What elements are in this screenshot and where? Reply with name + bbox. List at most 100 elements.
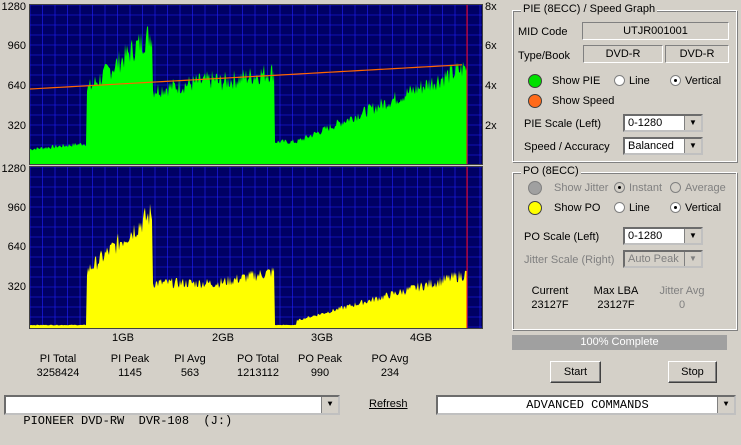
stat-pi-avg: PI Avg 563 xyxy=(160,352,220,380)
po-axis-label: 1280 xyxy=(1,163,26,175)
pie-axis-label: 640 xyxy=(7,80,26,92)
show-speed-label[interactable]: Show Speed xyxy=(552,95,614,107)
x-axis-label: 1GB xyxy=(112,332,135,344)
speed-accuracy-select[interactable]: Balanced ▼ xyxy=(623,137,703,155)
pie-scale-value: 0-1280 xyxy=(628,117,663,129)
jitter-color-swatch xyxy=(528,181,542,195)
po-vertical-label: Vertical xyxy=(685,202,722,214)
po-line-label: Line xyxy=(629,202,650,214)
jitter-average-label: Average xyxy=(685,182,726,194)
pie-axis-label: 320 xyxy=(7,120,26,132)
advanced-commands-select[interactable]: ADVANCED COMMANDS ▼ xyxy=(436,395,736,415)
stat-label: PO Peak xyxy=(297,353,343,365)
speed-accuracy-value: Balanced xyxy=(628,140,674,152)
jitter-avg-value: 0 xyxy=(678,299,686,311)
stat-label: PO Avg xyxy=(371,353,409,365)
stat-label: PO Total xyxy=(237,353,279,365)
stop-button[interactable]: Stop xyxy=(668,361,717,383)
speed-axis-label: 4x xyxy=(485,80,497,92)
pie-color-swatch[interactable] xyxy=(528,74,542,88)
stat-value: 1145 xyxy=(118,367,142,379)
max-lba-label: Max LBA xyxy=(593,285,639,297)
chevron-down-icon[interactable]: ▼ xyxy=(321,397,338,413)
stat-value: 3258424 xyxy=(36,367,80,379)
jitter-scale-value: Auto Peak xyxy=(628,253,679,265)
po-axis-label: 320 xyxy=(7,281,26,293)
x-axis-label: 2GB xyxy=(212,332,235,344)
pie-graph-canvas xyxy=(30,5,482,164)
start-button[interactable]: Start xyxy=(550,361,601,383)
po-axis-label: 960 xyxy=(7,202,26,214)
speed-axis-label: 6x xyxy=(485,40,497,52)
stat-value: 990 xyxy=(310,367,330,379)
jitter-instant-label: Instant xyxy=(629,182,663,194)
book-type-value: DVD-R xyxy=(665,45,729,63)
jitter-average-radio xyxy=(670,182,681,193)
current-value: 23127F xyxy=(531,299,569,311)
po-color-swatch[interactable] xyxy=(528,201,542,215)
error-rate-area xyxy=(30,203,467,328)
show-jitter-label: Show Jitter xyxy=(554,182,609,194)
jitter-scale-label: Jitter Scale (Right) xyxy=(524,254,615,266)
stat-po-peak: PO Peak 990 xyxy=(290,352,350,380)
pie-settings-title: PIE (8ECC) / Speed Graph xyxy=(521,3,658,15)
stat-label: PI Total xyxy=(39,353,77,365)
pie-axis-label: 960 xyxy=(7,40,26,52)
show-po-label[interactable]: Show PO xyxy=(554,202,600,214)
pie-vertical-radio[interactable] xyxy=(670,75,681,86)
po-vertical-radio[interactable] xyxy=(670,202,681,213)
chevron-down-icon[interactable]: ▼ xyxy=(684,116,701,130)
stat-pi-peak: PI Peak 1145 xyxy=(100,352,160,380)
progress-text: 100% Complete xyxy=(580,336,659,348)
po-axis-label: 640 xyxy=(7,241,26,253)
jitter-avg: Jitter Avg 0 xyxy=(652,284,712,312)
chevron-down-icon[interactable]: ▼ xyxy=(684,229,701,243)
x-axis-label: 3GB xyxy=(311,332,334,344)
po-graph-canvas xyxy=(30,167,482,328)
drive-select[interactable]: PIONEER DVD-RW DVR-108 (J:) ▼ xyxy=(4,395,340,428)
pie-vertical-label: Vertical xyxy=(685,75,722,87)
po-scale-value: 0-1280 xyxy=(628,230,663,242)
drive-value: PIONEER DVD-RW DVR-108 (J:) xyxy=(23,414,233,428)
advanced-commands-value: ADVANCED COMMANDS xyxy=(526,398,649,412)
chevron-down-icon[interactable]: ▼ xyxy=(717,397,734,413)
current-label: Current xyxy=(531,285,569,297)
speed-accuracy-label: Speed / Accuracy xyxy=(524,141,610,153)
chevron-down-icon[interactable]: ▼ xyxy=(684,139,701,153)
jitter-instant-radio xyxy=(614,182,625,193)
po-scale-label: PO Scale (Left) xyxy=(524,231,600,243)
po-scale-select[interactable]: 0-1280 ▼ xyxy=(623,227,703,245)
stat-value: 234 xyxy=(380,367,400,379)
stat-label: PI Peak xyxy=(110,353,150,365)
po-graph xyxy=(29,166,483,329)
stat-po-total: PO Total 1213112 xyxy=(226,352,290,380)
speed-color-swatch[interactable] xyxy=(528,94,542,108)
jitter-scale-select: Auto Peak ▼ xyxy=(623,250,703,268)
start-button-label: Start xyxy=(563,366,588,378)
max-lba-value: 23127F xyxy=(597,299,635,311)
jitter-avg-label: Jitter Avg xyxy=(659,285,705,297)
refresh-link[interactable]: Refresh xyxy=(369,398,408,410)
x-axis-label: 4GB xyxy=(410,332,433,344)
pie-scale-label: PIE Scale (Left) xyxy=(524,118,602,130)
show-pie-label[interactable]: Show PIE xyxy=(552,75,600,87)
progress-bar: 100% Complete xyxy=(512,335,727,350)
pie-scale-select[interactable]: 0-1280 ▼ xyxy=(623,114,703,132)
mid-code-value: UTJR001001 xyxy=(582,22,729,40)
speed-axis-label: 2x xyxy=(485,120,497,132)
type-book-label: Type/Book xyxy=(518,50,570,62)
po-line-radio[interactable] xyxy=(614,202,625,213)
speed-axis-label: 8x xyxy=(485,1,497,13)
stat-label: PI Avg xyxy=(174,353,206,365)
disc-type-value: DVD-R xyxy=(583,45,663,63)
po-settings-title: PO (8ECC) xyxy=(521,165,581,177)
pie-line-radio[interactable] xyxy=(614,75,625,86)
stat-value: 563 xyxy=(180,367,200,379)
stat-value: 1213112 xyxy=(236,367,279,379)
max-lba: Max LBA 23127F xyxy=(586,284,646,312)
stop-button-label: Stop xyxy=(681,366,704,378)
pie-speed-graph xyxy=(29,4,483,165)
pie-line-label: Line xyxy=(629,75,650,87)
pie-axis-label: 1280 xyxy=(1,1,26,13)
current-lba: Current 23127F xyxy=(520,284,580,312)
